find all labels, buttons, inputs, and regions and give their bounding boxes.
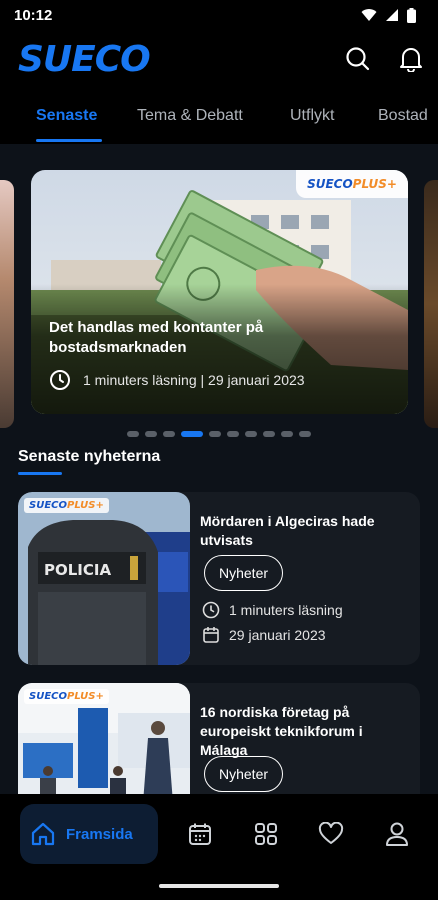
carousel-pagination: [0, 431, 438, 441]
badge-plus-text: PLUS+: [352, 177, 397, 191]
category-tabs: Senaste Tema & Debatt Utflykt Bostad: [0, 90, 438, 144]
carousel-dot-active[interactable]: [181, 431, 203, 437]
badge-sueco-text: SUECO: [29, 691, 67, 702]
signal-icon: [386, 9, 398, 21]
police-image-text: POLICIA: [44, 561, 111, 579]
sueco-plus-badge: SUECOPLUS+: [296, 170, 408, 198]
police-officer-image: POLICIA: [18, 492, 190, 665]
badge-sueco-text: SUECO: [307, 177, 353, 191]
bell-icon: [400, 48, 422, 72]
nav-favorites-button[interactable]: [318, 821, 344, 847]
active-tab-indicator: [36, 139, 102, 142]
gesture-navigation-area: [0, 874, 438, 900]
read-time-text: 1 minuters läsning: [229, 602, 343, 618]
clock-icon: [202, 601, 220, 619]
featured-article-title[interactable]: Det handlas med kontanter på bostadsmark…: [49, 318, 349, 358]
status-bar: 10:12: [0, 0, 438, 30]
tab-bostad[interactable]: Bostad: [378, 107, 428, 125]
section-underline: [18, 472, 62, 475]
nav-profile-button[interactable]: [384, 821, 410, 847]
search-icon: [346, 47, 370, 71]
carousel-dot[interactable]: [227, 431, 239, 437]
article-title[interactable]: 16 nordiska företag på europeiskt teknik…: [200, 703, 410, 760]
calendar-icon: [203, 627, 219, 643]
date-text: 29 januari 2023: [229, 627, 326, 643]
system-icons: [361, 7, 416, 23]
featured-article-card[interactable]: SUECO PLUS+ Det handlas med kontanter på …: [31, 170, 408, 414]
carousel-dot[interactable]: [209, 431, 221, 437]
badge-sueco-text: SUECO: [29, 500, 67, 511]
carousel-dot[interactable]: [281, 431, 293, 437]
home-icon: [31, 822, 55, 846]
nav-home-label: Framsida: [66, 825, 133, 843]
bottom-navigation: Framsida: [0, 794, 438, 874]
badge-plus-text: PLUS+: [67, 500, 104, 511]
battery-icon: [407, 7, 416, 23]
nav-categories-button[interactable]: [253, 821, 279, 847]
app-header: SUECO: [0, 30, 438, 90]
date-row: 29 januari 2023: [202, 626, 326, 644]
logo-text: SUECO: [18, 38, 151, 80]
featured-carousel[interactable]: SUECO PLUS+ Det handlas med kontanter på …: [0, 144, 438, 444]
grid-icon: [255, 823, 277, 845]
category-chip[interactable]: Nyheter: [204, 555, 284, 591]
home-gesture-bar[interactable]: [159, 884, 279, 888]
search-button[interactable]: [343, 44, 373, 74]
nav-calendar-button[interactable]: [187, 821, 213, 847]
carousel-dot[interactable]: [299, 431, 311, 437]
carousel-dot[interactable]: [127, 431, 139, 437]
article-title[interactable]: Mördaren i Algeciras hade utvisats: [200, 512, 410, 550]
wifi-icon: [361, 9, 377, 21]
carousel-dot[interactable]: [145, 431, 157, 437]
heart-icon: [318, 822, 344, 844]
previous-slide-peek[interactable]: [0, 180, 14, 428]
next-slide-peek[interactable]: [424, 180, 438, 428]
badge-plus-text: PLUS+: [67, 691, 104, 702]
clock-icon: [50, 370, 70, 390]
carousel-dot[interactable]: [245, 431, 257, 437]
carousel-dot[interactable]: [163, 431, 175, 437]
featured-meta-text: 1 minuters läsning | 29 januari 2023: [83, 372, 305, 388]
featured-article-meta: 1 minuters läsning | 29 januari 2023: [49, 369, 305, 391]
article-card[interactable]: POLICIA SUECOPLUS+ Mördaren i Algeciras …: [18, 492, 420, 665]
tab-tema-debatt[interactable]: Tema & Debatt: [137, 107, 243, 125]
calendar-icon: [189, 823, 211, 845]
sueco-plus-badge: SUECOPLUS+: [24, 498, 109, 513]
notifications-button[interactable]: [396, 44, 426, 74]
sueco-logo[interactable]: SUECO: [18, 38, 151, 80]
category-chip[interactable]: Nyheter: [204, 756, 284, 792]
profile-icon: [386, 822, 408, 846]
article-thumbnail: POLICIA SUECOPLUS+: [18, 492, 190, 665]
carousel-dot[interactable]: [263, 431, 275, 437]
status-time: 10:12: [14, 6, 53, 24]
tab-utflykt[interactable]: Utflykt: [290, 107, 334, 125]
read-time-row: 1 minuters läsning: [202, 601, 343, 619]
sueco-plus-badge: SUECOPLUS+: [24, 689, 109, 704]
tab-senaste[interactable]: Senaste: [36, 107, 97, 125]
section-title: Senaste nyheterna: [18, 448, 161, 465]
nav-home-button[interactable]: Framsida: [20, 804, 158, 864]
